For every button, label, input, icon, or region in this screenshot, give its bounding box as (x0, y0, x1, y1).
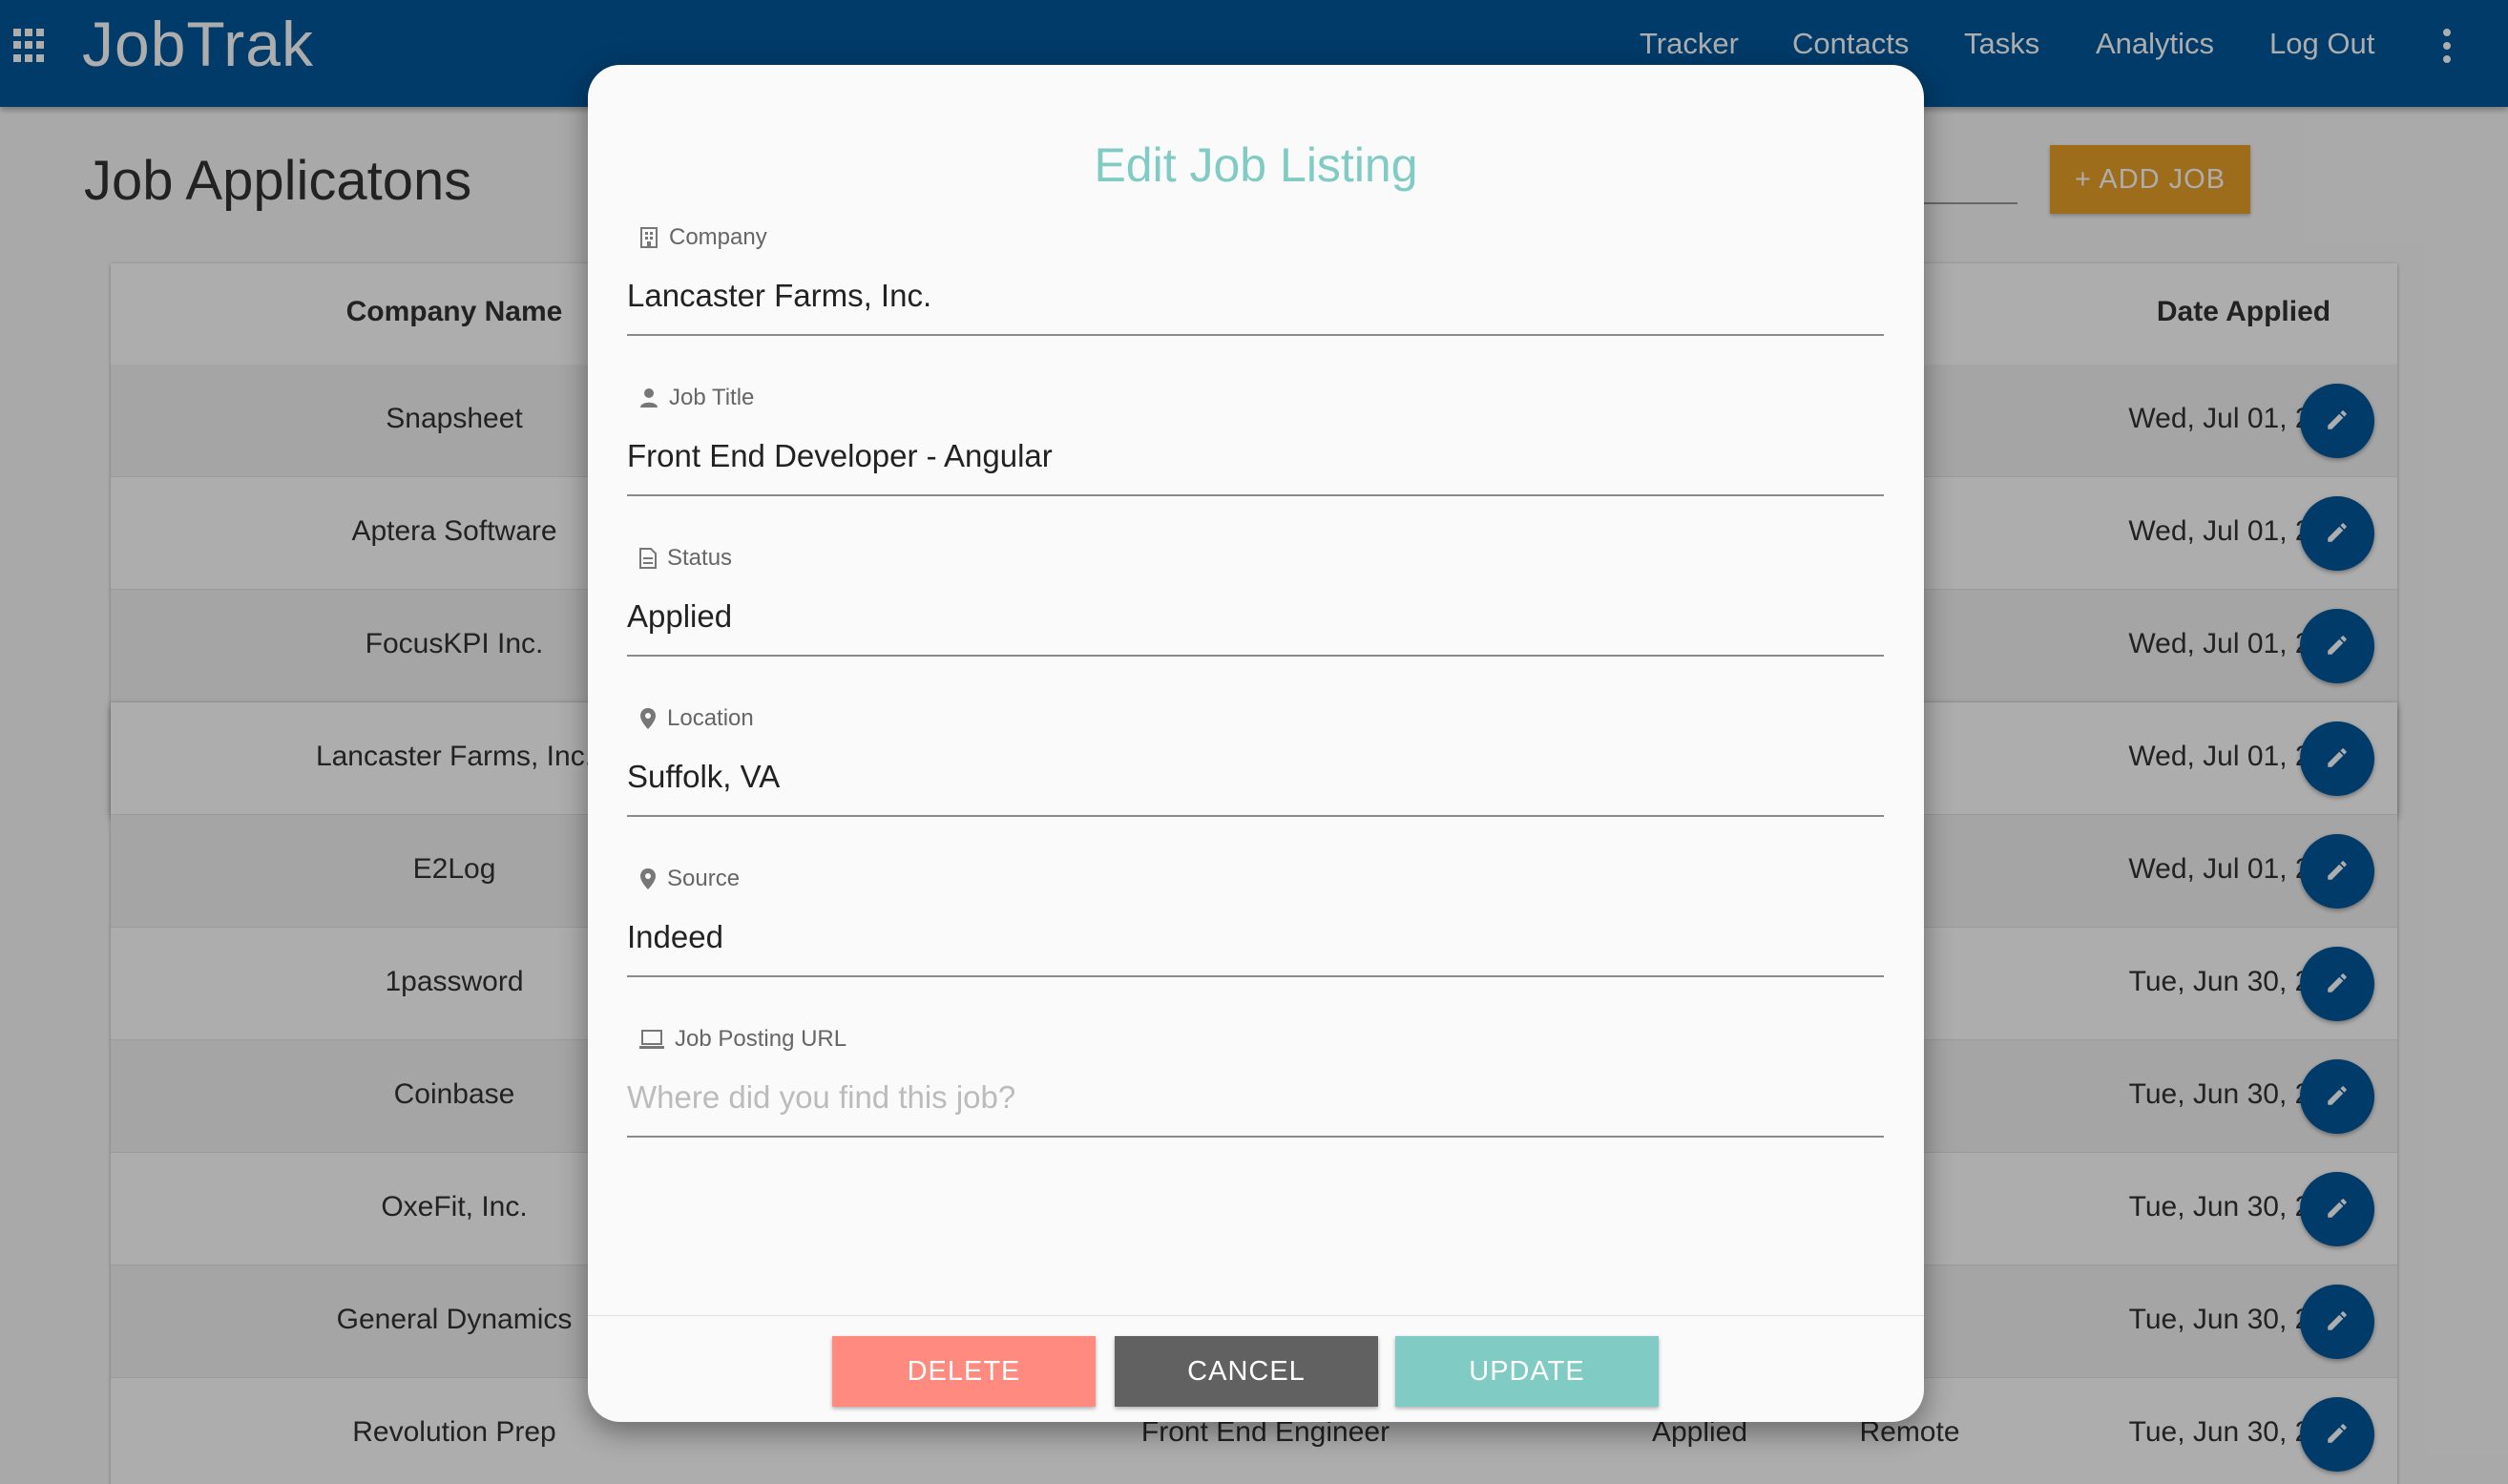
source-input[interactable] (627, 910, 1884, 964)
source-label: Source (667, 866, 741, 891)
update-button[interactable]: UPDATE (1395, 1336, 1659, 1407)
location-field: Location (627, 704, 1884, 867)
job-title-label: Job Title (669, 385, 755, 410)
location-input[interactable] (627, 750, 1884, 804)
person-icon (640, 388, 658, 408)
dialog-title: Edit Job Listing (1094, 138, 1418, 192)
document-icon (639, 548, 657, 569)
location-label: Location (667, 705, 754, 731)
location-pin-icon (640, 708, 656, 729)
dialog-footer-divider (588, 1315, 1924, 1316)
source-field: Source (627, 865, 1884, 1027)
company-label: Company (669, 224, 767, 250)
edit-job-dialog: Edit Job Listing Company Job Title Statu… (588, 65, 1924, 1422)
cancel-button[interactable]: CANCEL (1115, 1336, 1378, 1407)
job-title-input[interactable] (627, 429, 1884, 483)
status-field: Status (627, 544, 1884, 706)
job-title-field: Job Title (627, 384, 1884, 546)
location-pin-icon (640, 868, 656, 889)
status-input[interactable] (627, 590, 1884, 643)
job-posting-url-label: Job Posting URL (675, 1026, 847, 1052)
job-posting-url-input[interactable] (627, 1071, 1884, 1124)
delete-button[interactable]: DELETE (832, 1336, 1096, 1407)
company-field: Company (627, 223, 1884, 386)
company-input[interactable] (627, 269, 1884, 323)
laptop-icon (639, 1030, 664, 1049)
job-posting-url-field: Job Posting URL (627, 1025, 1884, 1187)
status-label: Status (667, 545, 733, 571)
building-icon (640, 227, 658, 248)
